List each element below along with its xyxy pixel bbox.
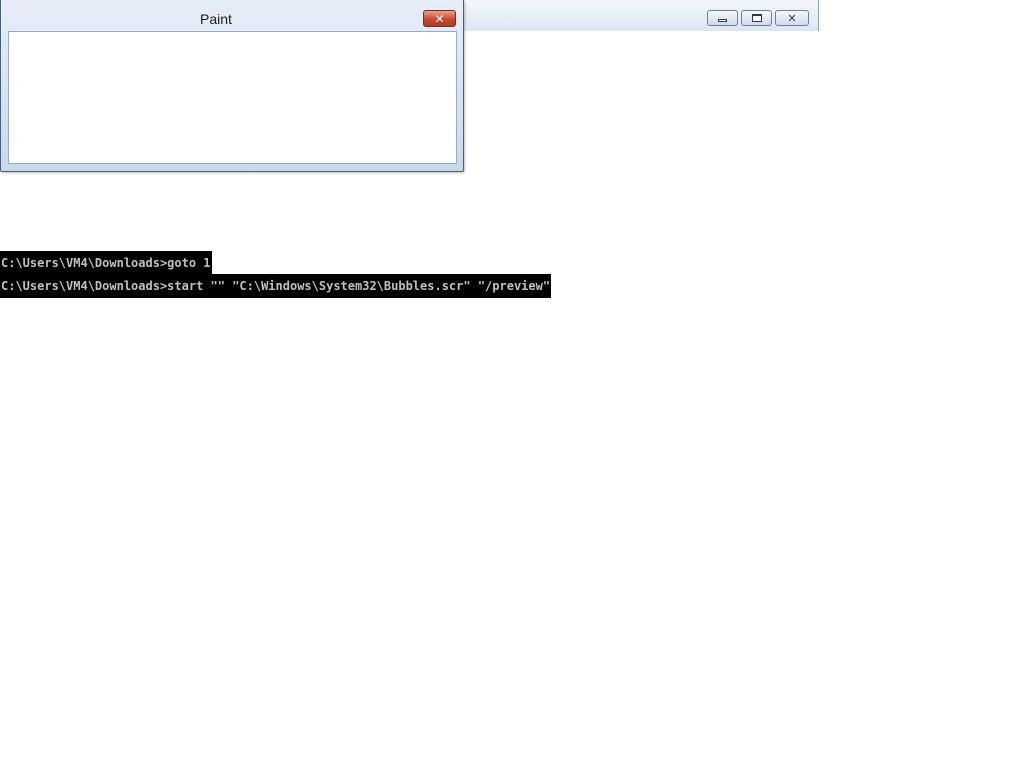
maximize-button[interactable] [741, 10, 772, 26]
maximize-icon [751, 14, 762, 22]
close-icon: ✕ [434, 11, 445, 26]
background-window-close-button[interactable]: ✕ [775, 10, 809, 26]
minimize-icon [718, 19, 727, 22]
console-line: C:\Users\VM4\Downloads>start "" "C:\Wind… [0, 274, 552, 298]
paint-window-title: Paint [200, 11, 232, 27]
desktop-screen: t ✕ Paint ✕ C:\Users\VM4\Downloads>goto … [0, 0, 1024, 768]
console-line: C:\Users\VM4\Downloads>goto 1 [0, 251, 212, 275]
minimize-button[interactable] [707, 10, 738, 26]
background-window-caption-buttons: ✕ [707, 10, 809, 26]
paint-close-button[interactable]: ✕ [423, 10, 456, 27]
close-icon: ✕ [787, 11, 797, 25]
paint-client-area[interactable] [8, 31, 457, 164]
paint-window: Paint ✕ [0, 0, 464, 172]
